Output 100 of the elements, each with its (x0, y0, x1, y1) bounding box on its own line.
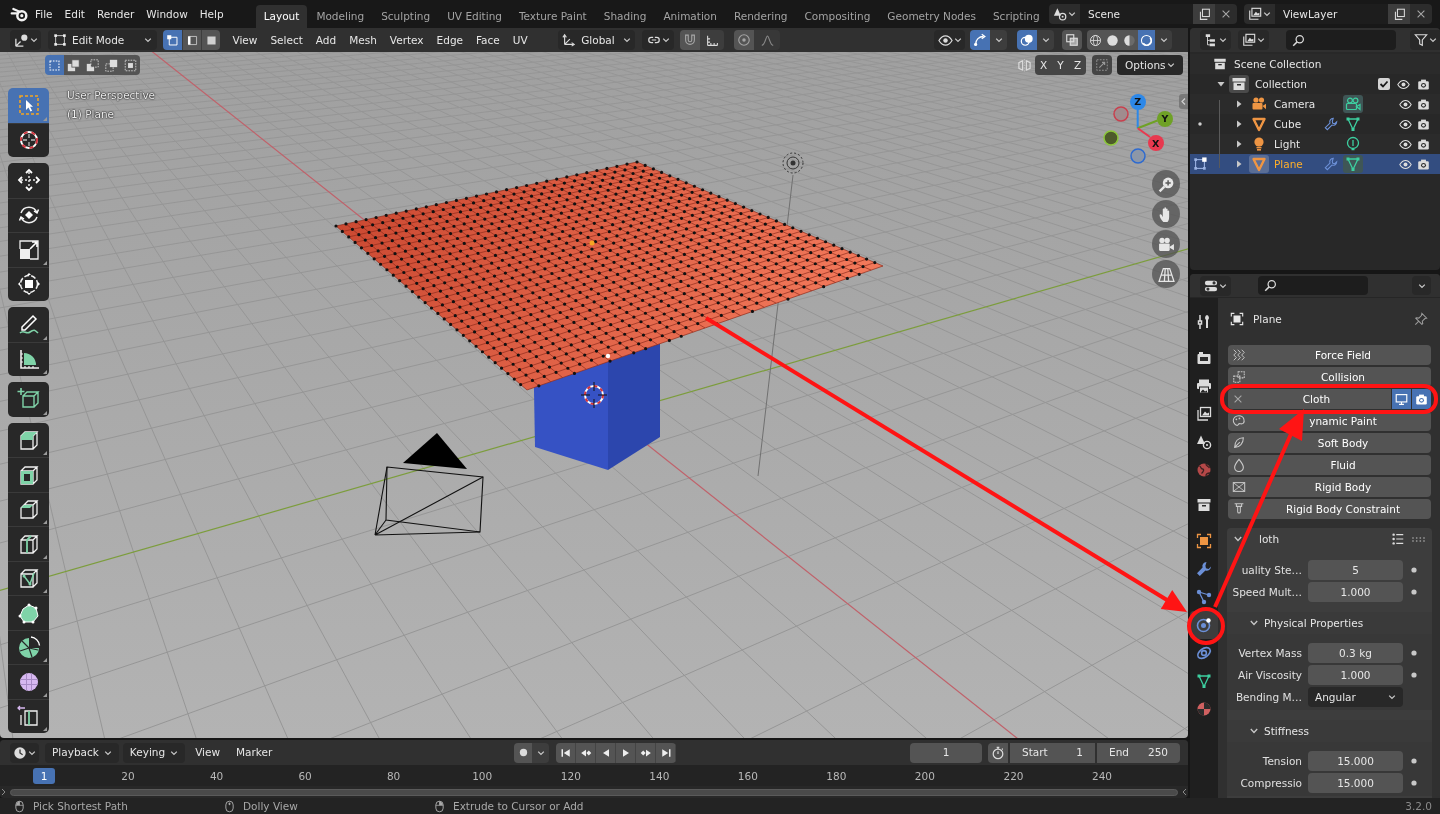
menu-button[interactable]: Render (90, 3, 141, 25)
orientation-dropdown[interactable]: Global (558, 30, 636, 50)
physics-button[interactable]: Fluid (1228, 455, 1431, 475)
menu-button[interactable]: Vertex (383, 30, 431, 50)
selection-mode-button[interactable] (83, 55, 102, 75)
shading-options-button[interactable] (1155, 30, 1172, 50)
select-mode-button[interactable] (182, 30, 201, 50)
physics-button[interactable]: Rigid Body (1228, 477, 1431, 497)
menu-dropdown[interactable]: Playback (45, 742, 119, 763)
checkbox[interactable] (1378, 78, 1390, 90)
options-dropdown[interactable] (1412, 276, 1431, 295)
list-icon[interactable] (1391, 532, 1405, 546)
gizmo-options-button[interactable] (990, 30, 1007, 50)
falloff-dropdown[interactable] (754, 30, 781, 50)
menu-button[interactable]: Help (193, 3, 230, 25)
mode-dropdown[interactable]: Edit Mode (48, 30, 157, 50)
menu-button[interactable]: UV (506, 30, 535, 50)
workspace-tab[interactable]: Texture Paint (510, 5, 595, 28)
eye-icon[interactable] (1399, 117, 1412, 131)
chevron-down-icon[interactable] (1234, 535, 1242, 543)
start-frame-field[interactable]: Start 1 (1010, 742, 1095, 763)
tool-button[interactable] (8, 307, 49, 342)
shading-mode-button[interactable] (1087, 30, 1104, 50)
tool-button[interactable] (8, 163, 49, 198)
scrollbar[interactable] (10, 788, 1178, 796)
workspace-tab[interactable]: Sculpting (373, 5, 439, 28)
shading-mode-button[interactable] (1138, 30, 1155, 50)
menu-button[interactable]: Face (469, 30, 507, 50)
playback-button[interactable] (576, 742, 597, 763)
visibility-dropdown[interactable] (934, 30, 965, 50)
search-field[interactable] (1258, 276, 1368, 295)
view-layer-selector-button[interactable] (1244, 4, 1275, 24)
expand-arrow-icon[interactable] (1235, 120, 1243, 128)
workspace-tab[interactable]: Compositing (796, 5, 879, 28)
physics-button[interactable]: Rigid Body Constraint (1228, 499, 1431, 519)
preview-range-toggle[interactable] (988, 742, 1008, 763)
duplicate-view-layer-button[interactable] (1388, 4, 1410, 24)
outliner-row[interactable]: Plane (1190, 154, 1440, 174)
menu-button[interactable]: File (29, 3, 59, 25)
mirror-axis-button[interactable]: Z (1069, 55, 1086, 75)
playback-button[interactable] (616, 742, 637, 763)
expand-arrow-icon[interactable] (1235, 140, 1243, 148)
drag-handle-icon[interactable] (1412, 536, 1425, 542)
workspace-tab[interactable]: Layout (255, 5, 308, 28)
workspace-tab[interactable]: Modeling (308, 5, 373, 28)
eye-icon[interactable] (1399, 97, 1412, 111)
sidebar-toggle[interactable] (1179, 94, 1188, 109)
view-layer-dropdown[interactable] (1238, 30, 1269, 50)
tool-button[interactable] (8, 122, 49, 157)
tool-button[interactable] (8, 560, 49, 595)
camera-icon[interactable] (1417, 137, 1430, 151)
number-field[interactable]: 5 (1308, 560, 1403, 580)
snap-target-dropdown[interactable] (700, 30, 725, 50)
shading-mode-button[interactable] (1121, 30, 1138, 50)
workspace-tab[interactable]: Geometry Nodes (879, 5, 984, 28)
tool-button[interactable] (8, 266, 49, 301)
menu-button[interactable]: Select (263, 30, 310, 50)
viewport-toggle[interactable] (1392, 389, 1411, 409)
selection-mode-button[interactable] (121, 55, 140, 75)
square-vertices-icon[interactable] (1193, 157, 1207, 171)
menu-button[interactable]: Add (309, 30, 343, 50)
keyframe-dot-icon[interactable] (1411, 758, 1417, 764)
overlay-options-button[interactable] (1037, 30, 1054, 50)
workspace-tab[interactable]: Animation (655, 5, 725, 28)
selection-mode-button[interactable] (102, 55, 121, 75)
menu-button[interactable]: Window (140, 3, 194, 25)
proportional-edit-toggle[interactable] (734, 30, 755, 50)
dropdown[interactable]: Angular (1308, 687, 1403, 707)
number-field[interactable]: 15.000 (1308, 751, 1403, 771)
workspace-tab[interactable]: UV Editing (439, 5, 510, 28)
tool-button[interactable] (8, 595, 49, 630)
workspace-tab[interactable]: Shading (595, 5, 655, 28)
tool-button[interactable] (8, 422, 49, 457)
scene-selector-button[interactable] (1049, 4, 1080, 24)
playback-button[interactable] (596, 742, 617, 763)
chevron-down-icon[interactable] (1250, 727, 1258, 735)
scene-name-field[interactable]: Scene (1080, 4, 1193, 24)
menu-button[interactable]: Edit (58, 3, 91, 25)
search-field[interactable] (1286, 30, 1396, 50)
menu-button[interactable]: Mesh (342, 30, 384, 50)
playback-button[interactable] (556, 742, 577, 763)
remove-view-layer-button[interactable] (1410, 4, 1432, 24)
menu-button[interactable]: Edge (430, 30, 470, 50)
auto-keying-toggle[interactable] (514, 742, 533, 763)
pin-icon[interactable] (1414, 312, 1428, 326)
playback-button[interactable] (656, 742, 677, 763)
camera-icon[interactable] (1417, 117, 1430, 131)
number-field[interactable]: 0.3 kg (1308, 643, 1403, 663)
remove-scene-button[interactable] (1215, 4, 1237, 24)
pivot-dropdown[interactable] (642, 30, 675, 50)
tool-button[interactable] (8, 526, 49, 561)
menu-button[interactable]: Marker (230, 742, 279, 763)
tool-button[interactable] (8, 698, 49, 733)
editor-type-button[interactable] (10, 742, 39, 763)
camera-icon[interactable] (1417, 77, 1430, 91)
tool-button[interactable] (8, 341, 49, 376)
tool-button[interactable] (8, 491, 49, 526)
workspace-tab[interactable]: Scripting (984, 5, 1048, 28)
menu-button[interactable]: View (226, 30, 264, 50)
menu-dropdown[interactable]: Keying (122, 742, 186, 763)
